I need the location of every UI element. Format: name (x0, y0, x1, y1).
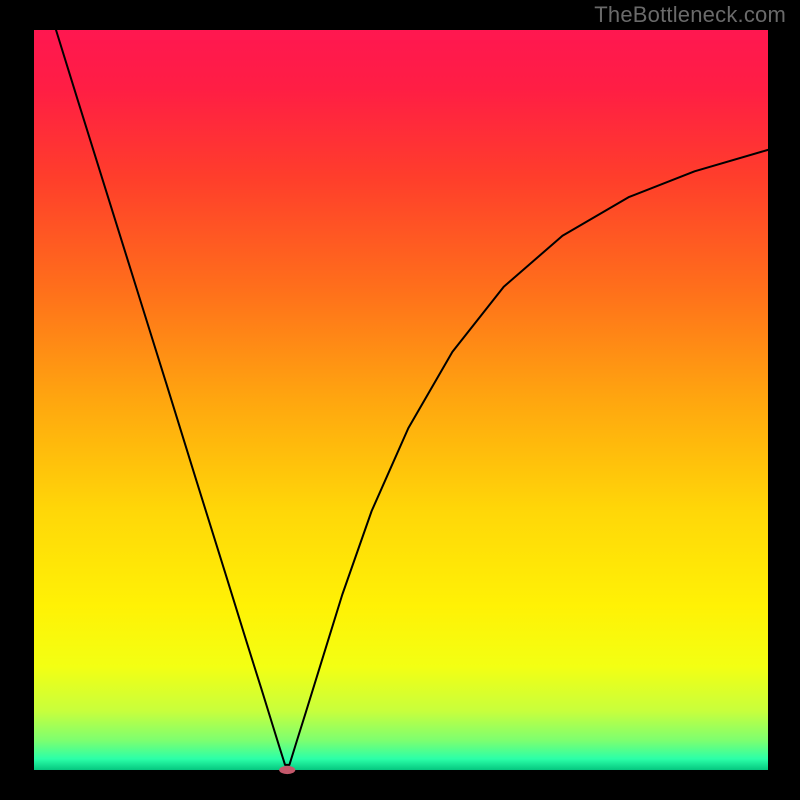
gradient-background (34, 30, 768, 770)
optimal-marker (279, 766, 295, 774)
chart-frame: TheBottleneck.com (0, 0, 800, 800)
bottleneck-chart (0, 0, 800, 800)
